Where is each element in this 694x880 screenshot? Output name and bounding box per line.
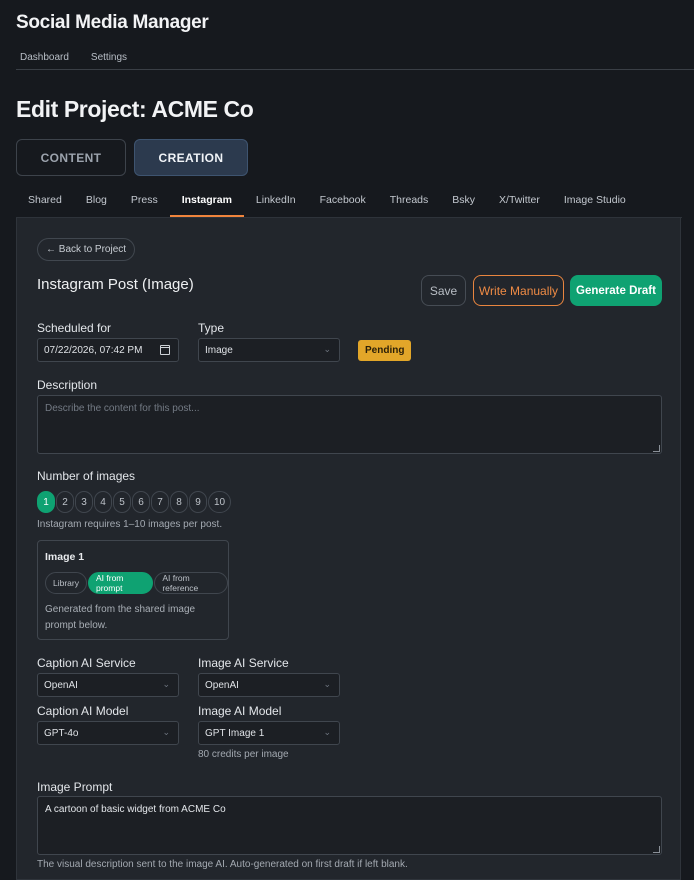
divider — [16, 69, 694, 70]
tab-threads[interactable]: Threads — [378, 186, 441, 217]
post-title: Instagram Post (Image) — [37, 276, 194, 293]
num-images-selector: 1 2 3 4 5 6 7 8 9 10 — [37, 491, 231, 513]
chevron-down-icon: ⌄ — [323, 344, 331, 354]
scheduled-label: Scheduled for — [37, 321, 112, 335]
image-card-description: Generated from the shared image prompt b… — [45, 604, 196, 631]
source-ai-from-reference[interactable]: AI from reference — [154, 572, 228, 594]
num-option-9[interactable]: 9 — [189, 491, 207, 513]
image-service-label: Image AI Service — [198, 656, 289, 670]
num-images-label: Number of images — [37, 469, 136, 483]
image-model-label: Image AI Model — [198, 704, 282, 718]
chevron-down-icon: ⌄ — [162, 727, 170, 737]
image-card: Image 1 Library AI from prompt AI from r… — [37, 540, 229, 640]
app-title: Social Media Manager — [16, 12, 209, 33]
caption-model-value: GPT-4o — [44, 727, 79, 739]
scheduled-value: 07/22/2026, 07:42 PM — [44, 344, 143, 356]
chevron-down-icon: ⌄ — [323, 727, 331, 737]
mode-tabs: CONTENT CREATION — [16, 139, 248, 176]
tab-content[interactable]: CONTENT — [16, 139, 126, 176]
image-credits-hint: 80 credits per image — [198, 749, 289, 760]
instagram-post-panel: ← Back to Project Instagram Post (Image)… — [16, 218, 681, 880]
caption-model-label: Caption AI Model — [37, 704, 129, 718]
top-nav: Dashboard Settings — [16, 52, 131, 63]
type-select[interactable]: Image ⌄ — [198, 338, 340, 362]
type-value: Image — [205, 344, 233, 356]
save-button[interactable]: Save — [421, 275, 466, 306]
type-label: Type — [198, 321, 225, 335]
nav-settings[interactable]: Settings — [87, 52, 131, 63]
scheduled-datetime-input[interactable]: 07/22/2026, 07:42 PM — [37, 338, 179, 362]
tab-blog[interactable]: Blog — [74, 186, 119, 217]
num-option-3[interactable]: 3 — [75, 491, 93, 513]
num-option-2[interactable]: 2 — [56, 491, 74, 513]
channel-tabs: Shared Blog Press Instagram LinkedIn Fac… — [16, 186, 682, 218]
caption-service-label: Caption AI Service — [37, 656, 136, 670]
num-option-4[interactable]: 4 — [94, 491, 112, 513]
image-service-select[interactable]: OpenAI ⌄ — [198, 673, 340, 697]
image-prompt-label: Image Prompt — [37, 780, 113, 794]
generate-draft-button[interactable]: Generate Draft — [570, 275, 662, 306]
description-textarea[interactable]: Describe the content for this post... — [37, 395, 662, 454]
num-option-10[interactable]: 10 — [208, 491, 231, 513]
source-ai-from-prompt[interactable]: AI from prompt — [87, 572, 154, 594]
tab-creation[interactable]: CREATION — [134, 139, 248, 176]
tab-shared[interactable]: Shared — [16, 186, 74, 217]
image-prompt-textarea[interactable]: A cartoon of basic widget from ACME Co — [37, 796, 662, 855]
nav-dashboard[interactable]: Dashboard — [16, 52, 73, 63]
caption-service-select[interactable]: OpenAI ⌄ — [37, 673, 179, 697]
tab-x-twitter[interactable]: X/Twitter — [487, 186, 552, 217]
page-title: Edit Project: ACME Co — [16, 96, 254, 122]
image-source-pills: Library AI from prompt AI from reference — [45, 572, 228, 594]
image-card-title: Image 1 — [45, 551, 85, 563]
resize-handle[interactable] — [653, 445, 660, 452]
tab-image-studio[interactable]: Image Studio — [552, 186, 638, 217]
image-prompt-hint: The visual description sent to the image… — [37, 859, 408, 870]
description-label: Description — [37, 378, 98, 392]
calendar-icon[interactable] — [160, 345, 170, 355]
tab-linkedin[interactable]: LinkedIn — [244, 186, 308, 217]
num-images-hint: Instagram requires 1–10 images per post. — [37, 519, 223, 530]
resize-handle[interactable] — [653, 846, 660, 853]
chevron-down-icon: ⌄ — [162, 679, 170, 689]
chevron-down-icon: ⌄ — [323, 679, 331, 689]
tab-instagram[interactable]: Instagram — [169, 186, 244, 217]
back-to-project-button[interactable]: ← Back to Project — [37, 238, 136, 261]
tab-bsky[interactable]: Bsky — [440, 186, 487, 217]
image-model-value: GPT Image 1 — [205, 727, 265, 739]
num-option-6[interactable]: 6 — [132, 491, 150, 513]
status-badge: Pending — [358, 340, 412, 361]
write-manually-button[interactable]: Write Manually — [473, 275, 564, 306]
num-option-8[interactable]: 8 — [170, 491, 188, 513]
source-library[interactable]: Library — [45, 572, 87, 594]
tab-press[interactable]: Press — [119, 186, 170, 217]
image-service-value: OpenAI — [205, 679, 239, 691]
image-model-select[interactable]: GPT Image 1 ⌄ — [198, 721, 340, 745]
tab-facebook[interactable]: Facebook — [308, 186, 378, 217]
caption-service-value: OpenAI — [44, 679, 78, 691]
num-option-1[interactable]: 1 — [37, 491, 55, 513]
num-option-7[interactable]: 7 — [151, 491, 169, 513]
num-option-5[interactable]: 5 — [113, 491, 131, 513]
caption-model-select[interactable]: GPT-4o ⌄ — [37, 721, 179, 745]
